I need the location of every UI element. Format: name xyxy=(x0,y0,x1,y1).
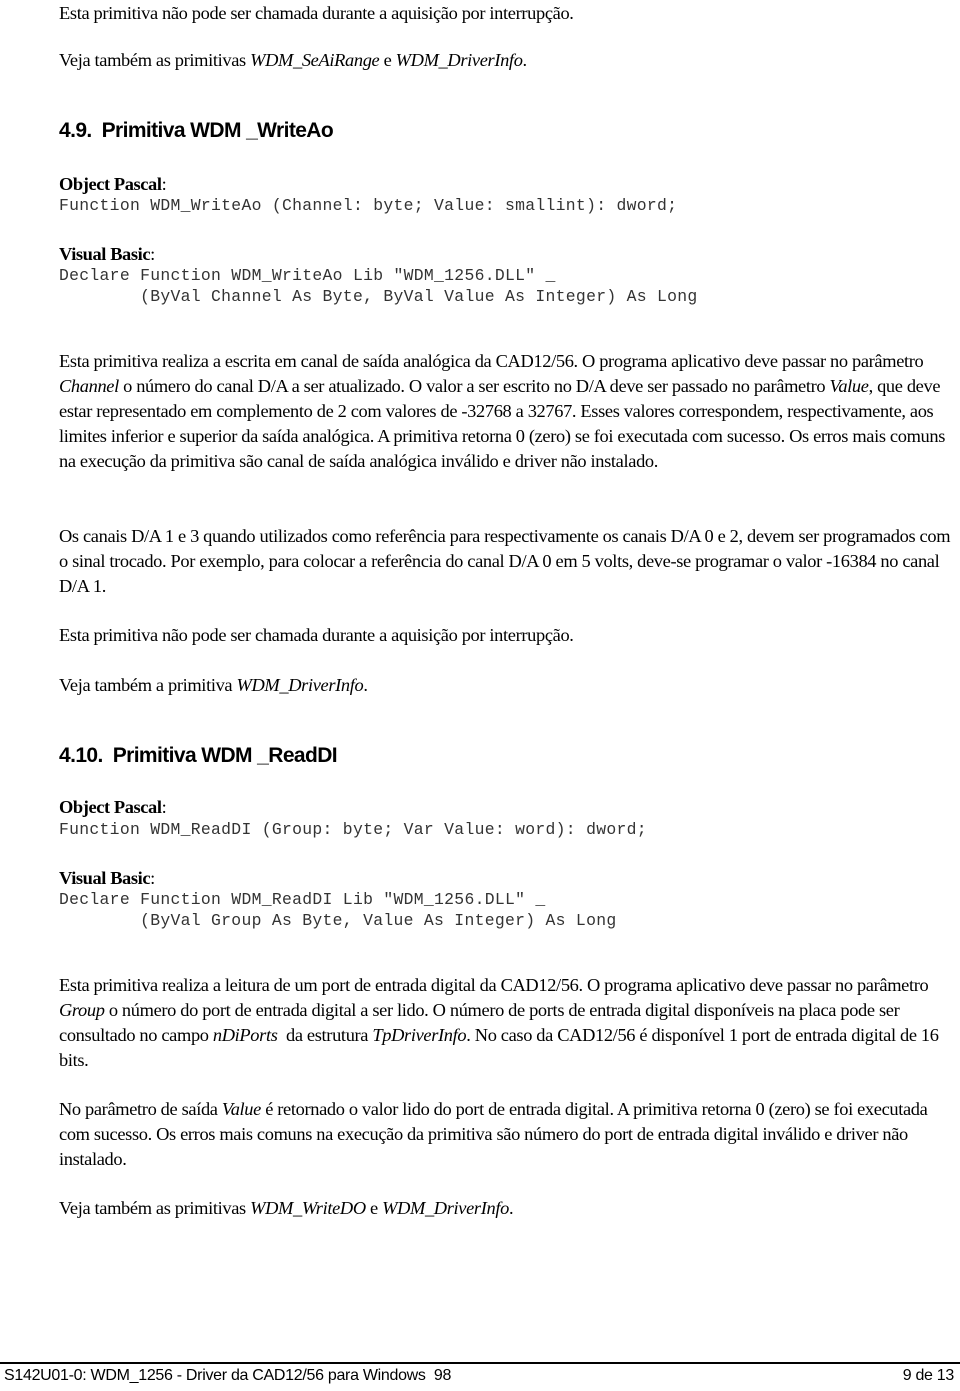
see-also-prefix: Veja também as primitivas xyxy=(59,1198,251,1218)
colon: : xyxy=(150,244,155,264)
description-paragraph: Esta primitiva realiza a escrita em cana… xyxy=(59,349,954,474)
interrupt-note: Esta primitiva não pode ser chamada dura… xyxy=(59,3,574,23)
footer-divider xyxy=(0,1362,960,1364)
vb-label: Visual Basic: xyxy=(59,868,155,889)
vb-code-line-1: Declare Function WDM_WriteAo Lib "WDM_12… xyxy=(59,266,556,285)
see-also-mid: e xyxy=(365,1198,383,1218)
vb-label-text: Visual Basic xyxy=(59,244,151,264)
description-paragraph: Esta primitiva realiza a leitura de um p… xyxy=(59,973,954,1073)
interrupt-note: Esta primitiva não pode ser chamada dura… xyxy=(59,625,574,645)
vb-label: Visual Basic: xyxy=(59,244,155,265)
text: o número do canal D/A a ser atualizado. … xyxy=(118,376,830,396)
vb-code-line-2: (ByVal Group As Byte, Value As Integer) … xyxy=(59,911,617,930)
section-number: 4.9. xyxy=(59,119,92,142)
colon: : xyxy=(161,797,167,817)
vb-code-line-2: (ByVal Channel As Byte, ByVal Value As I… xyxy=(59,287,698,306)
footer-document-title: S142U01-0: WDM_1256 - Driver da CAD12/56… xyxy=(4,1367,452,1384)
ref-wdm-driverinfo: WDM_DriverInfo xyxy=(395,50,523,70)
colon: : xyxy=(161,174,167,194)
field-ndiports: nDiPorts xyxy=(212,1025,278,1045)
text: No parâmetro de saída xyxy=(59,1099,222,1119)
vb-label-text: Visual Basic xyxy=(59,868,151,888)
page-footer: S142U01-0: WDM_1256 - Driver da CAD12/56… xyxy=(4,1367,954,1385)
struct-tpdriverinfo: TpDriverInfo xyxy=(372,1025,467,1045)
param-value: Value xyxy=(829,376,869,396)
pascal-label-text: Object Pascal xyxy=(59,797,162,817)
see-also-mid: e xyxy=(379,50,396,70)
footer-page-number: 9 de 13 xyxy=(902,1367,955,1384)
text: Esta primitiva realiza a escrita em cana… xyxy=(59,351,924,371)
section-number: 4.10. xyxy=(59,744,103,767)
text: Esta primitiva realiza a leitura de um p… xyxy=(59,975,929,995)
ref-wdm-driverinfo: WDM_DriverInfo xyxy=(382,1198,509,1218)
ref-wdm-driverinfo: WDM_DriverInfo xyxy=(236,675,364,695)
param-group: Group xyxy=(59,1000,105,1020)
section-heading-4-9: 4.9. Primitiva WDM _WriteAo xyxy=(59,119,334,143)
see-also-suffix: . xyxy=(508,1198,514,1218)
see-also: Veja também a primitiva WDM_DriverInfo. xyxy=(59,673,954,698)
output-paragraph: No parâmetro de saída Value é retornado … xyxy=(59,1097,954,1172)
see-also-prefix: Veja também a primitiva xyxy=(59,675,237,695)
section-title: Primitiva WDM _ReadDI xyxy=(112,744,338,767)
pascal-code: Function WDM_WriteAo (Channel: byte; Val… xyxy=(59,196,678,215)
ref-wdm-writedo: WDM_WriteDO xyxy=(250,1198,366,1218)
param-value: Value xyxy=(221,1099,261,1119)
section-title: Primitiva WDM _WriteAo xyxy=(101,119,334,142)
pascal-label: Object Pascal: xyxy=(59,797,167,818)
pascal-label-text: Object Pascal xyxy=(59,174,162,194)
pascal-code: Function WDM_ReadDI (Group: byte; Var Va… xyxy=(59,820,647,839)
section-heading-4-10: 4.10. Primitiva WDM _ReadDI xyxy=(59,744,338,768)
param-channel: Channel xyxy=(59,376,119,396)
vb-code-line-1: Declare Function WDM_ReadDI Lib "WDM_125… xyxy=(59,890,546,909)
see-also-suffix: . xyxy=(522,50,528,70)
ref-wdm-seairange: WDM_SeAiRange xyxy=(250,50,380,70)
see-also: Veja também as primitivas WDM_SeAiRange … xyxy=(59,48,954,73)
see-also-suffix: . xyxy=(363,675,368,695)
see-also-prefix: Veja também as primitivas xyxy=(59,50,251,70)
pascal-label: Object Pascal: xyxy=(59,174,167,195)
see-also: Veja também as primitivas WDM_WriteDO e … xyxy=(59,1196,954,1221)
colon: : xyxy=(150,868,155,888)
reference-paragraph: Os canais D/A 1 e 3 quando utilizados co… xyxy=(59,526,951,596)
text: da estrutura xyxy=(277,1025,373,1045)
